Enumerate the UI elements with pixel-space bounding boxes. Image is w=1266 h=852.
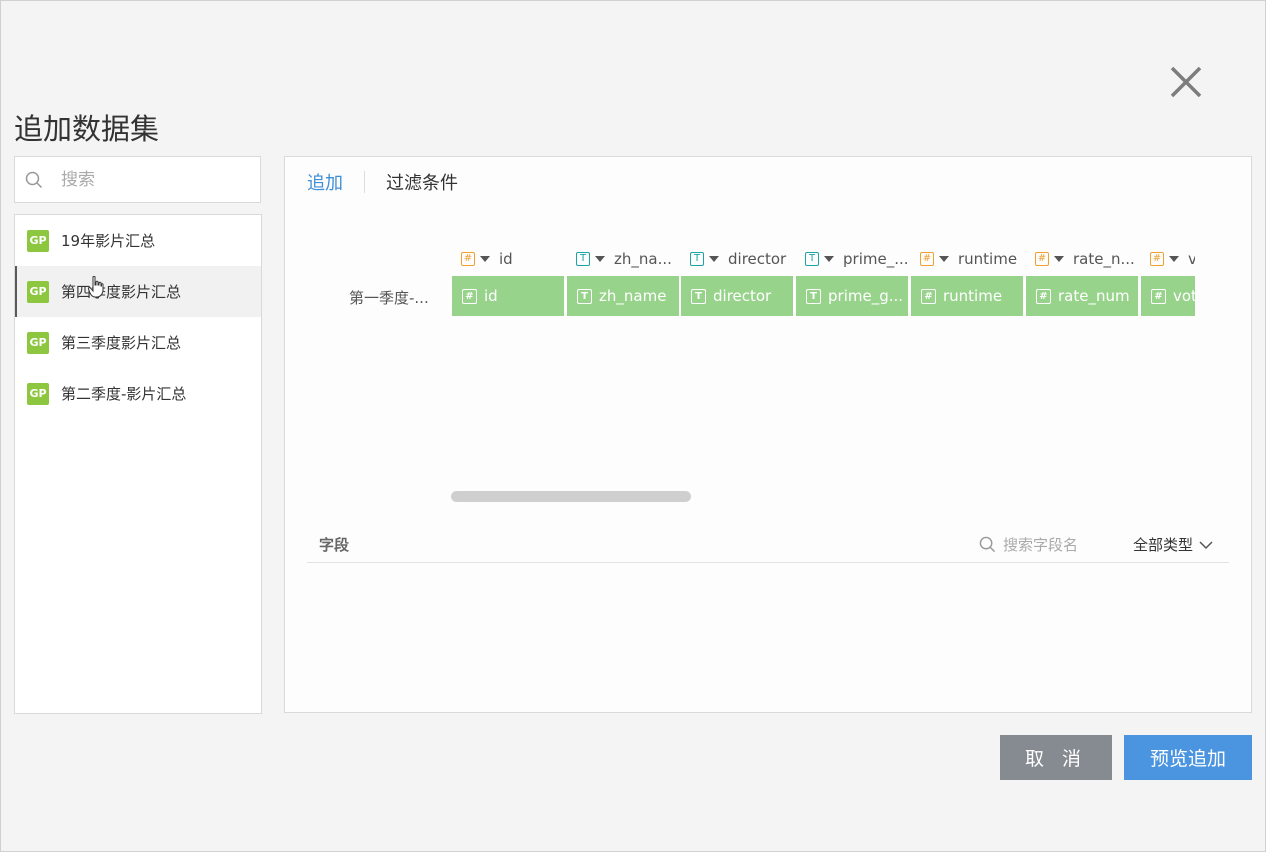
mapped-field-name: prime_g... xyxy=(828,287,904,305)
fields-divider xyxy=(307,562,1229,563)
mapping-column: # runtime # runtime xyxy=(911,241,1023,321)
mapped-field-cell[interactable]: # vot xyxy=(1141,276,1195,316)
chevron-down-icon xyxy=(1199,540,1213,549)
column-header-name: zh_na... xyxy=(614,250,672,268)
field-mapping-grid: # id # id T zh_na... T zh_name T directo… xyxy=(452,241,1195,321)
dataset-item-label: 19年影片汇总 xyxy=(61,232,156,250)
number-type-icon: # xyxy=(920,252,934,266)
number-type-icon: # xyxy=(1035,252,1049,266)
number-type-icon: # xyxy=(461,252,475,266)
mapped-field-cell[interactable]: # rate_num xyxy=(1026,276,1138,316)
mapped-field-name: director xyxy=(713,287,772,305)
mapping-column: # id # id xyxy=(452,241,564,321)
caret-down-icon xyxy=(1054,256,1064,262)
text-type-icon: T xyxy=(690,252,704,266)
fields-section-title: 字段 xyxy=(319,536,350,554)
type-filter-label: 全部类型 xyxy=(1133,536,1194,554)
dialog-title: 追加数据集 xyxy=(14,112,160,146)
number-type-icon: # xyxy=(1151,288,1166,304)
column-header-name: prime_... xyxy=(843,250,909,268)
mapping-column: T director T director xyxy=(681,241,793,321)
column-header-name: id xyxy=(499,250,513,268)
number-type-icon: # xyxy=(1150,252,1164,266)
column-header-dropdown[interactable]: # runtime xyxy=(911,249,1017,269)
column-header-dropdown[interactable]: T zh_na... xyxy=(567,249,672,269)
dataset-item[interactable]: GP 第三季度影片汇总 xyxy=(15,317,261,368)
column-header-dropdown[interactable]: T prime_... xyxy=(796,249,909,269)
caret-down-icon xyxy=(480,256,490,262)
dataset-item[interactable]: GP 第二季度-影片汇总 xyxy=(15,368,261,419)
mapped-field-name: id xyxy=(484,287,498,305)
dataset-search-input[interactable] xyxy=(59,165,253,195)
mapping-column: # v # vot xyxy=(1141,241,1195,321)
field-search[interactable]: 搜索字段名 xyxy=(979,534,1078,555)
tab-filter-conditions[interactable]: 过滤条件 xyxy=(386,169,458,195)
text-type-icon: T xyxy=(806,288,821,304)
hand-cursor-icon xyxy=(87,275,104,302)
text-type-icon: T xyxy=(691,288,706,304)
dataset-item-selected[interactable]: GP 第四季度影片汇总 xyxy=(15,266,261,317)
column-header-dropdown[interactable]: # rate_n... xyxy=(1026,249,1135,269)
tab-divider xyxy=(364,171,365,193)
column-header-dropdown[interactable]: T director xyxy=(681,249,786,269)
close-icon[interactable] xyxy=(1166,62,1206,102)
mapping-column: T zh_na... T zh_name xyxy=(567,241,679,321)
dataset-list: GP 19年影片汇总 GP 第四季度影片汇总 GP 第三季度影片汇总 GP 第二… xyxy=(14,214,262,714)
column-header-name: v xyxy=(1188,250,1195,268)
text-type-icon: T xyxy=(576,252,590,266)
search-icon xyxy=(25,171,43,193)
column-header-dropdown[interactable]: # id xyxy=(452,249,513,269)
mapped-field-name: rate_num xyxy=(1058,287,1130,305)
preview-append-button[interactable]: 预览追加 xyxy=(1124,735,1252,780)
gp-badge-icon: GP xyxy=(27,382,49,405)
type-filter-dropdown[interactable]: 全部类型 xyxy=(1133,534,1213,555)
number-type-icon: # xyxy=(462,288,477,304)
column-header-name: director xyxy=(728,250,787,268)
mapped-field-cell[interactable]: T zh_name xyxy=(567,276,679,316)
column-header-dropdown[interactable]: # v xyxy=(1141,249,1195,269)
mapping-column: T prime_... T prime_g... xyxy=(796,241,909,321)
field-search-placeholder: 搜索字段名 xyxy=(1003,536,1079,554)
gp-badge-icon: GP xyxy=(27,280,49,303)
column-header-name: rate_n... xyxy=(1073,250,1135,268)
caret-down-icon xyxy=(595,256,605,262)
dataset-item[interactable]: GP 19年影片汇总 xyxy=(15,215,261,266)
dataset-search-box[interactable] xyxy=(14,156,261,203)
source-dataset-label: 第一季度-... xyxy=(349,289,429,307)
mapped-field-name: runtime xyxy=(943,287,1003,305)
mapped-field-cell[interactable]: T prime_g... xyxy=(796,276,908,316)
gp-badge-icon: GP xyxy=(27,331,49,354)
number-type-icon: # xyxy=(921,288,936,304)
search-icon xyxy=(979,536,996,553)
caret-down-icon xyxy=(939,256,949,262)
gp-badge-icon: GP xyxy=(27,229,49,252)
caret-down-icon xyxy=(1169,256,1179,262)
main-panel: 追加 过滤条件 第一季度-... # id # id T zh_na... T xyxy=(284,156,1252,713)
dataset-item-label: 第二季度-影片汇总 xyxy=(61,385,187,403)
mapped-field-name: zh_name xyxy=(599,287,667,305)
caret-down-icon xyxy=(709,256,719,262)
panel-tabs: 追加 过滤条件 xyxy=(307,169,458,195)
mapping-column: # rate_n... # rate_num xyxy=(1026,241,1138,321)
caret-down-icon xyxy=(824,256,834,262)
dataset-item-label: 第三季度影片汇总 xyxy=(61,334,182,352)
column-header-name: runtime xyxy=(958,250,1018,268)
mapped-field-name: vot xyxy=(1173,287,1195,305)
text-type-icon: T xyxy=(577,288,592,304)
mapped-field-cell[interactable]: T director xyxy=(681,276,793,316)
mapped-field-cell[interactable]: # id xyxy=(452,276,564,316)
cancel-button[interactable]: 取 消 xyxy=(1000,735,1112,780)
mapped-field-cell[interactable]: # runtime xyxy=(911,276,1023,316)
number-type-icon: # xyxy=(1036,288,1051,304)
horizontal-scrollbar[interactable] xyxy=(451,491,691,502)
dataset-item-label: 第四季度影片汇总 xyxy=(61,283,182,301)
text-type-icon: T xyxy=(805,252,819,266)
tab-append[interactable]: 追加 xyxy=(307,169,343,195)
